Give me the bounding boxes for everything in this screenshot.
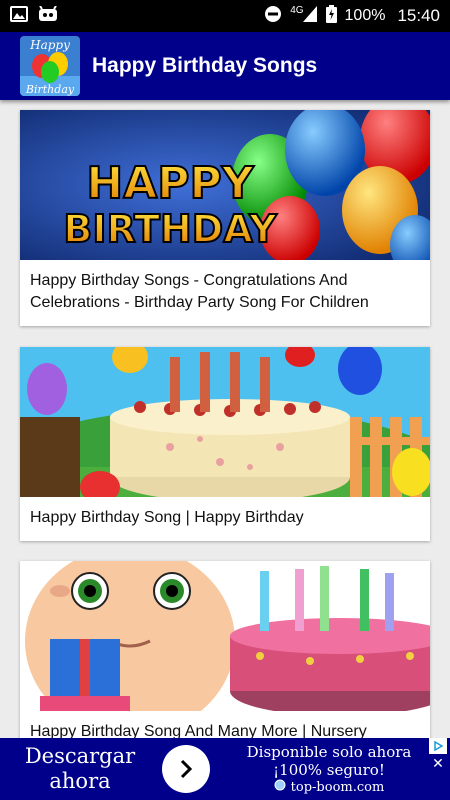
ad-domain: top-boom.com	[290, 779, 385, 795]
globe-icon	[274, 779, 286, 795]
video-title[interactable]: Happy Birthday Songs - Congratulations A…	[20, 260, 430, 326]
do-not-disturb-icon	[264, 5, 282, 28]
video-thumbnail[interactable]	[20, 561, 430, 711]
android-icon	[38, 4, 58, 27]
svg-text:BIRTHDAY: BIRTHDAY	[63, 207, 277, 251]
video-title[interactable]: Happy Birthday Song | Happy Birthday	[20, 497, 430, 541]
video-card[interactable]: Happy Birthday Song | Happy Birthday	[20, 347, 430, 541]
video-card[interactable]: HAPPY BIRTHDAY Happy Birthday Songs - Co…	[20, 110, 430, 326]
video-thumbnail[interactable]	[20, 347, 430, 497]
svg-text:Birthday: Birthday	[25, 83, 75, 96]
status-bar: 4G 100% 15:40	[0, 0, 450, 32]
ad-download-label[interactable]: Descargar ahora	[0, 744, 160, 794]
ad-text[interactable]: Disponible solo ahora ¡100% seguro! top-…	[224, 743, 434, 795]
app-title: Happy Birthday Songs	[92, 54, 318, 77]
clock: 15:40	[397, 6, 440, 25]
battery-level: 100%	[344, 7, 386, 24]
video-card[interactable]: Happy Birthday Song And Many More | Nurs…	[20, 561, 430, 738]
svg-text:Happy: Happy	[29, 38, 70, 52]
svg-text:HAPPY: HAPPY	[86, 158, 254, 209]
video-list[interactable]: HAPPY BIRTHDAY Happy Birthday Songs - Co…	[0, 100, 450, 738]
app-bar: Happy Birthday Happy Birthday Songs	[0, 32, 450, 100]
arrow-right-icon[interactable]	[162, 745, 210, 793]
signal-icon	[302, 5, 318, 28]
ad-banner[interactable]: Descargar ahora Disponible solo ahora ¡1…	[0, 738, 450, 800]
ad-choices-icon[interactable]	[429, 738, 447, 754]
app-logo: Happy Birthday	[20, 36, 80, 96]
battery-icon	[325, 4, 337, 28]
close-icon[interactable]: ✕	[429, 755, 447, 771]
video-title[interactable]: Happy Birthday Song And Many More | Nurs…	[20, 711, 430, 738]
video-thumbnail[interactable]: HAPPY BIRTHDAY	[20, 110, 430, 260]
image-icon	[10, 5, 28, 27]
